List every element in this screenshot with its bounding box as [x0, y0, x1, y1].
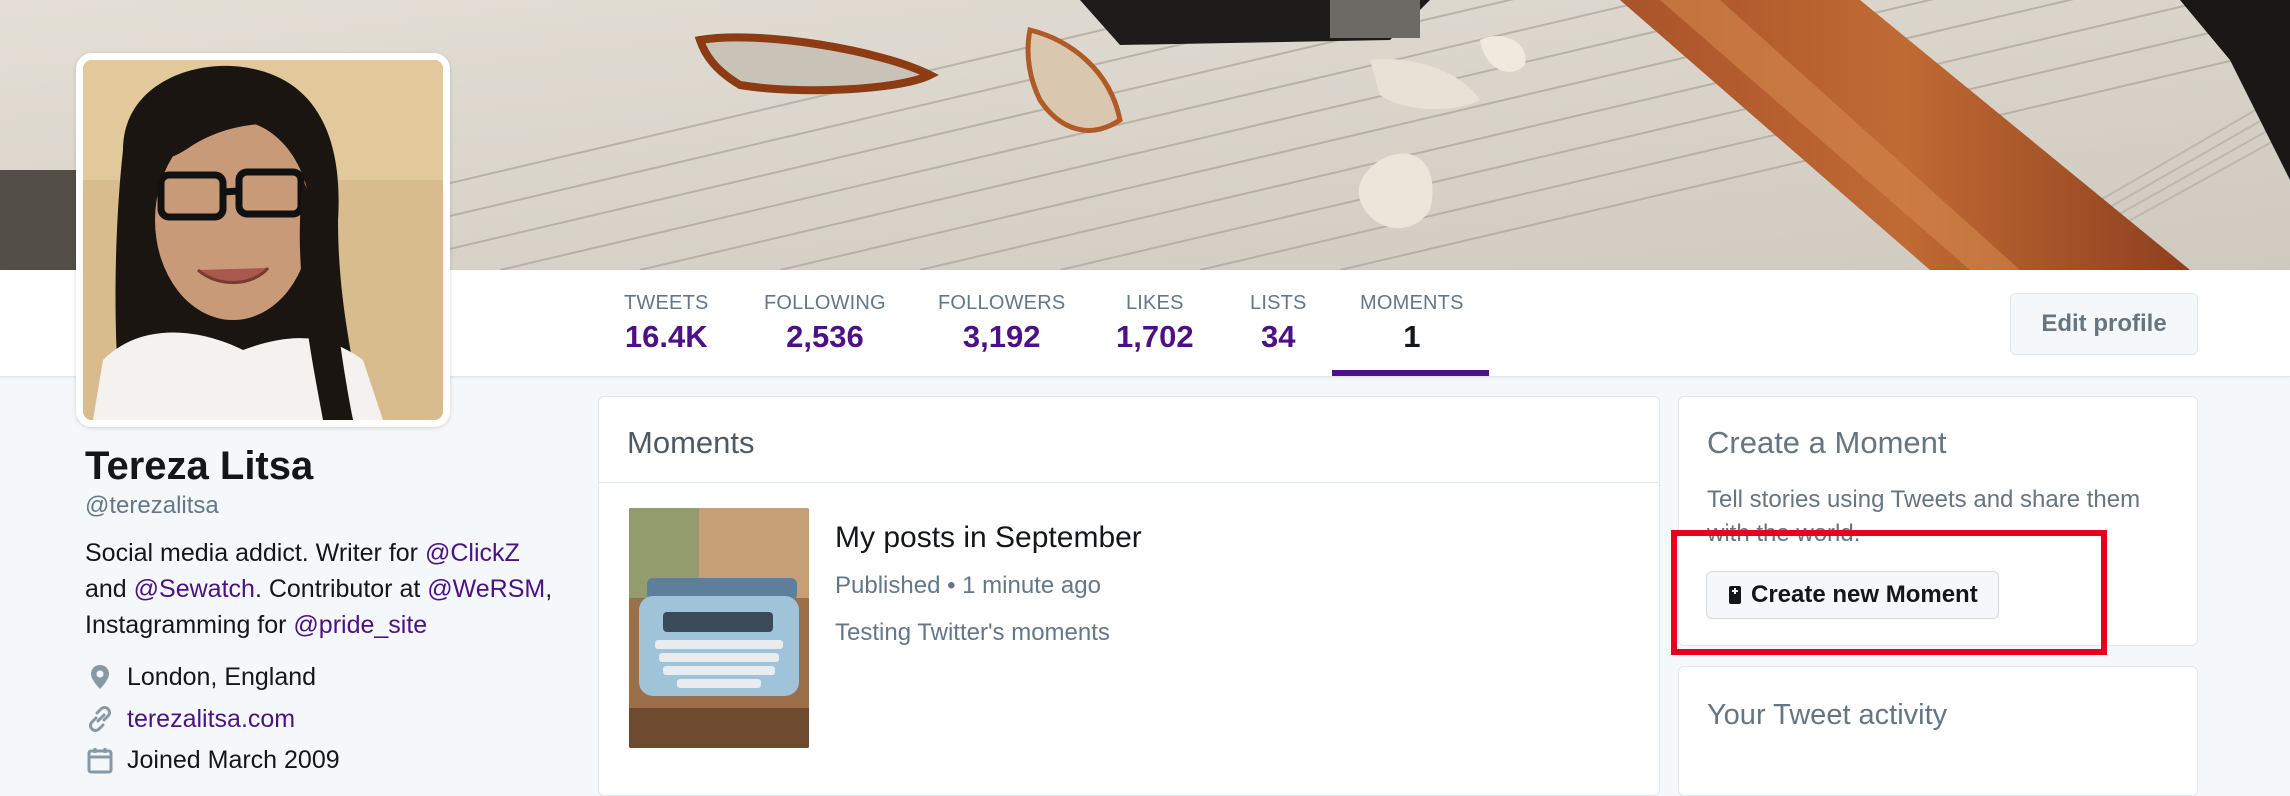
edit-profile-button[interactable]: Edit profile [2010, 293, 2198, 355]
nav-following-label: FOLLOWING [764, 292, 886, 314]
moment-title-link[interactable]: My posts in September [835, 521, 1142, 555]
profile-bio: Social media addict. Writer for @ClickZ … [85, 535, 565, 643]
moment-description: Testing Twitter's moments [835, 619, 1110, 646]
nav-followers-label: FOLLOWERS [938, 292, 1066, 314]
nav-likes-count: 1,702 [1116, 319, 1194, 354]
link-icon [85, 704, 115, 734]
calendar-icon [85, 745, 115, 775]
active-tab-indicator [1332, 370, 1489, 376]
moment-published-meta: Published • 1 minute ago [835, 572, 1101, 599]
profile-joined: Joined March 2009 [85, 742, 340, 778]
moments-card: Moments My posts in September Published … [598, 396, 1660, 796]
joined-text: Joined March 2009 [127, 745, 340, 774]
highlight-annotation-box [1671, 530, 2107, 655]
bio-link-wersm[interactable]: @WeRSM [427, 575, 545, 603]
profile-location: London, England [85, 659, 316, 695]
website-link[interactable]: terezalitsa.com [127, 705, 295, 734]
nav-tweets-count: 16.4K [624, 319, 708, 354]
nav-tweets-label: TWEETS [624, 292, 709, 314]
bio-link-sewatch[interactable]: @Sewatch [134, 575, 255, 603]
bio-link-pride-site[interactable]: @pride_site [293, 611, 427, 639]
bio-text: . Contributor at [254, 575, 428, 603]
moments-heading: Moments [627, 425, 755, 460]
bio-link-clickz[interactable]: @ClickZ [425, 539, 520, 567]
avatar[interactable] [76, 53, 450, 427]
tweet-activity-card: Your Tweet activity [1678, 666, 2198, 796]
profile-handle: @terezalitsa [85, 492, 219, 519]
nav-lists[interactable]: LISTS 34 [1250, 292, 1307, 376]
moment-thumbnail[interactable] [629, 508, 809, 748]
profile-website: terezalitsa.com [85, 701, 295, 737]
nav-followers[interactable]: FOLLOWERS 3,192 [938, 292, 1065, 376]
nav-moments-label: MOMENTS [1360, 292, 1464, 314]
create-moment-heading: Create a Moment [1707, 425, 1947, 460]
location-pin-icon [85, 662, 115, 692]
bio-text: Social media addict. Writer for [85, 539, 425, 567]
bio-text: and [85, 575, 134, 603]
nav-likes[interactable]: LIKES 1,702 [1116, 292, 1194, 376]
nav-likes-label: LIKES [1125, 292, 1184, 314]
nav-lists-label: LISTS [1250, 292, 1307, 314]
location-text: London, England [127, 662, 317, 691]
nav-following[interactable]: FOLLOWING 2,536 [764, 292, 886, 376]
nav-moments-count: 1 [1403, 319, 1421, 354]
nav-followers-count: 3,192 [962, 319, 1041, 354]
profile-name: Tereza Litsa [85, 444, 314, 488]
moments-card-header: Moments [599, 397, 1659, 483]
nav-following-count: 2,536 [786, 319, 864, 354]
nav-moments[interactable]: MOMENTS 1 [1360, 292, 1464, 376]
tweet-activity-heading[interactable]: Your Tweet activity [1707, 699, 1947, 732]
nav-tweets[interactable]: TWEETS 16.4K [624, 292, 709, 376]
nav-lists-count: 34 [1261, 319, 1296, 354]
